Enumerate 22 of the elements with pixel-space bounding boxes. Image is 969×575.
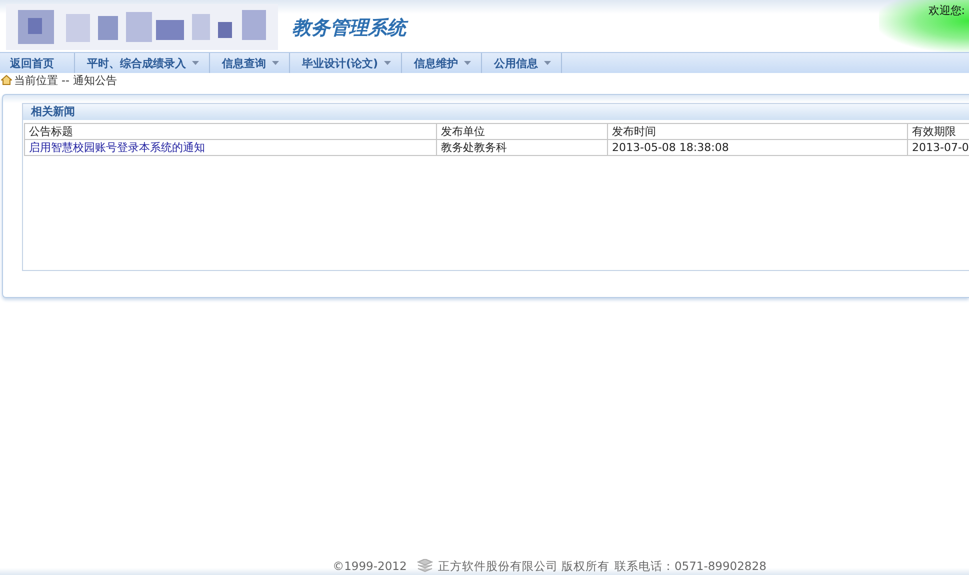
table-cell: 2013-07-0	[908, 140, 969, 156]
system-title: 教务管理系统	[292, 15, 406, 41]
phone-text: 联系电话：0571-89902828	[614, 558, 766, 574]
welcome-text: 欢迎您:	[928, 3, 965, 18]
copyright-text: ©1999-2012	[332, 559, 407, 573]
home-icon	[1, 75, 12, 85]
column-header: 发布时间	[608, 124, 908, 140]
column-header: 有效期限	[908, 124, 969, 140]
column-header: 公告标题	[24, 124, 436, 140]
company-text: 正方软件股份有限公司 版权所有	[438, 558, 610, 574]
nav-menu-item[interactable]: 平时、综合成绩录入	[75, 53, 210, 73]
nav-menu-item[interactable]: 返回首页	[0, 53, 75, 73]
stack-icon	[416, 559, 433, 573]
nav-menu-item[interactable]: 信息维护	[402, 53, 482, 73]
panel-title: 相关新闻	[23, 104, 969, 120]
table-cell: 2013-05-08 18:38:08	[608, 140, 908, 156]
table-cell: 教务处教务科	[436, 140, 608, 156]
nav-menu-item[interactable]: 毕业设计(论文)	[290, 53, 402, 73]
breadcrumb: 当前位置 -- 通知公告	[14, 72, 117, 88]
column-header: 发布单位	[436, 124, 608, 140]
nav-menu-item[interactable]: 信息查询	[210, 53, 290, 73]
nav-menu-item[interactable]: 公用信息	[482, 53, 562, 73]
